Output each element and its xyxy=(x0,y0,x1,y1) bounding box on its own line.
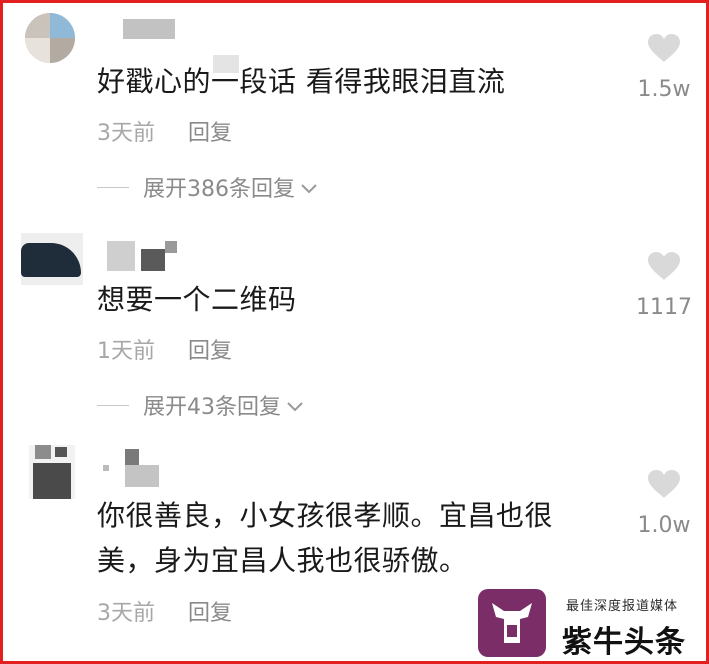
heart-icon[interactable] xyxy=(631,469,697,499)
like-control: 1.0w xyxy=(631,469,697,538)
chevron-down-icon xyxy=(301,175,317,200)
reply-button[interactable]: 回复 xyxy=(188,601,232,626)
username-blurred[interactable] xyxy=(103,447,173,487)
brand-watermark: 最佳深度报道媒体 紫牛头条 xyxy=(478,589,703,660)
comment-item: 想要一个二维码 1天前 回复 展开43条回复 1117 xyxy=(3,221,706,431)
comment-meta: 3天前 回复 xyxy=(97,595,232,627)
username-blurred[interactable] xyxy=(107,229,187,271)
username-blurred[interactable] xyxy=(123,11,239,73)
like-count: 1117 xyxy=(636,295,692,320)
brand-logo-icon xyxy=(478,589,546,657)
reply-button[interactable]: 回复 xyxy=(188,121,232,146)
comment-text: 好戳心的一段话 看得我眼泪直流 xyxy=(97,65,506,98)
comment-text: 想要一个二维码 xyxy=(97,283,297,316)
expand-replies-button[interactable]: 展开386条回复 xyxy=(97,171,317,203)
comment-time: 3天前 xyxy=(97,601,155,626)
user-avatar[interactable] xyxy=(25,13,75,63)
comment-time: 3天前 xyxy=(97,121,155,146)
comment-meta: 1天前 回复 xyxy=(97,333,232,365)
divider-line xyxy=(97,186,129,188)
reply-button[interactable]: 回复 xyxy=(188,339,232,364)
like-count: 1.0w xyxy=(637,513,691,538)
heart-icon[interactable] xyxy=(631,33,697,63)
divider-line xyxy=(97,404,129,406)
chevron-down-icon xyxy=(287,393,303,418)
like-control: 1.5w xyxy=(631,33,697,102)
comment-time: 1天前 xyxy=(97,339,155,364)
comment-meta: 3天前 回复 xyxy=(97,115,232,147)
brand-name: 紫牛头条 xyxy=(562,625,686,660)
brand-tagline: 最佳深度报道媒体 xyxy=(566,599,679,614)
comment-screenshot-frame: 好戳心的一段话 看得我眼泪直流 3天前 回复 展开386条回复 1.5w 想要一… xyxy=(0,0,709,664)
expand-replies-button[interactable]: 展开43条回复 xyxy=(97,389,303,421)
like-count: 1.5w xyxy=(637,77,691,102)
comment-text: 你很善良，小女孩很孝顺。宜昌也很美，身为宜昌人我也很骄傲。 xyxy=(97,499,554,577)
heart-icon[interactable] xyxy=(631,251,697,281)
user-avatar[interactable] xyxy=(21,233,83,285)
expand-replies-label: 展开43条回复 xyxy=(143,395,281,420)
expand-replies-label: 展开386条回复 xyxy=(143,177,295,202)
user-avatar[interactable] xyxy=(29,445,75,499)
comment-item: 好戳心的一段话 看得我眼泪直流 3天前 回复 展开386条回复 1.5w xyxy=(3,3,706,213)
like-control: 1117 xyxy=(631,251,697,320)
